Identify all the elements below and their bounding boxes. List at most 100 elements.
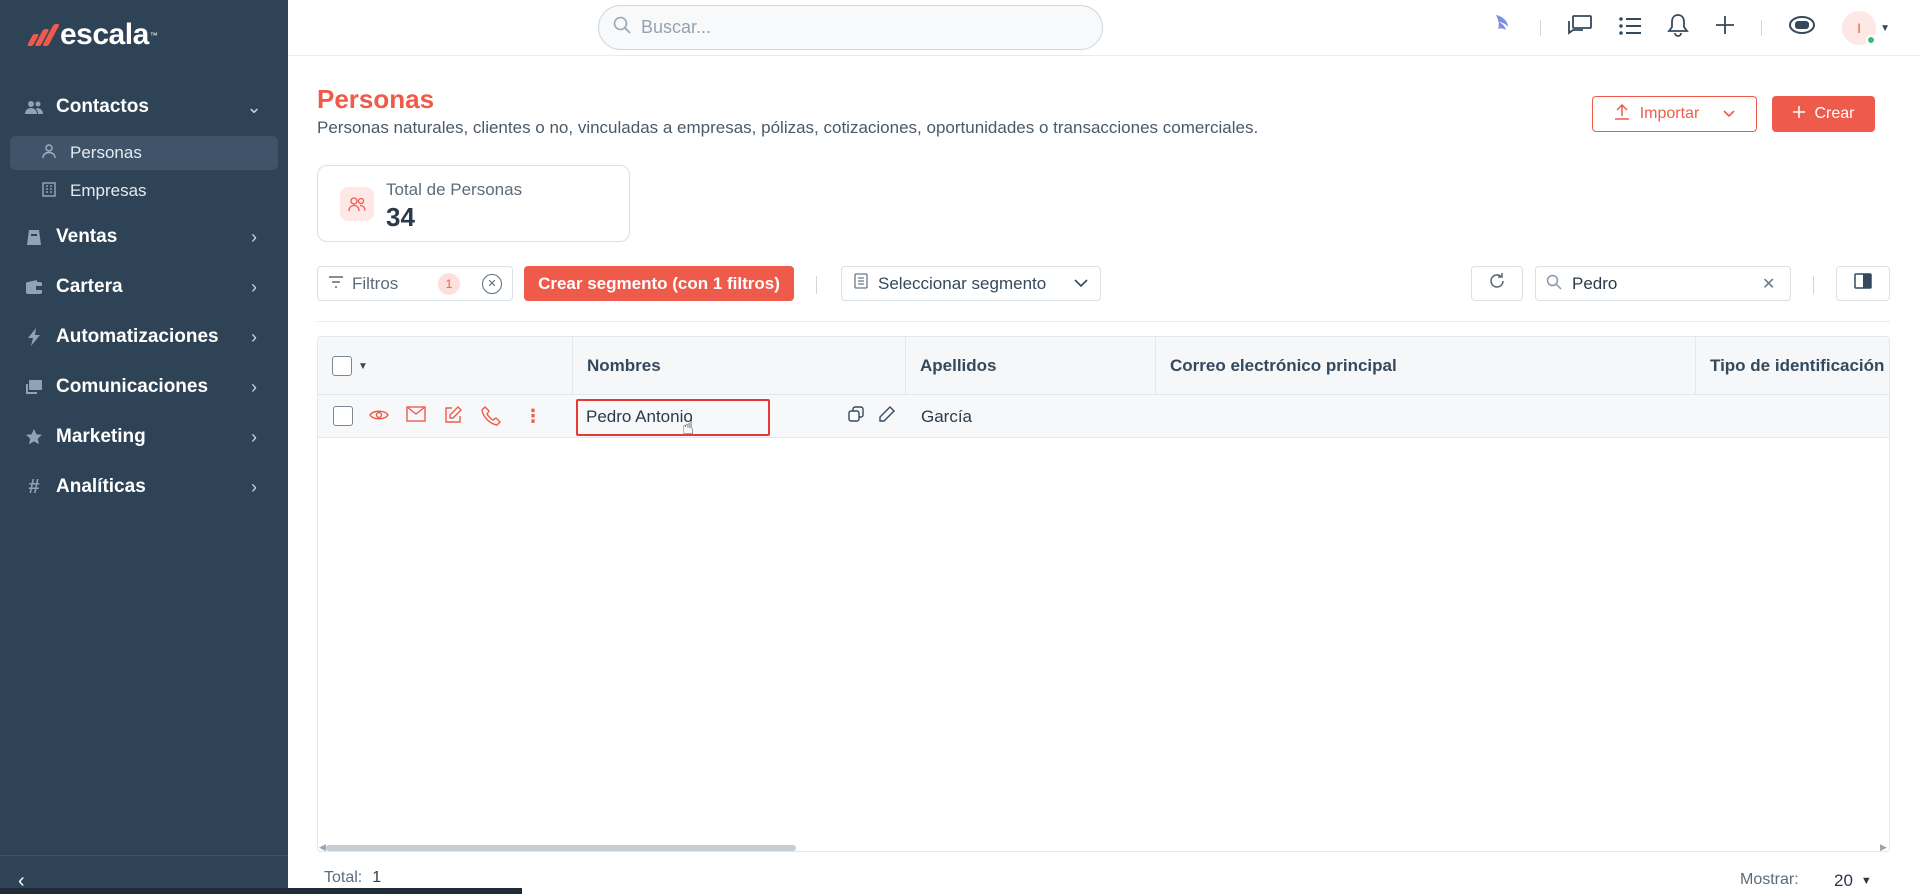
sidebar-group-automatizaciones[interactable]: Automatizaciones › [0,312,288,362]
sidebar-item-empresas[interactable]: Empresas [10,174,278,208]
hash-icon: # [28,475,40,498]
columns-icon [1854,273,1872,294]
bird-assistant-icon[interactable] [1492,13,1514,43]
select-all-checkbox[interactable] [332,356,352,376]
create-button-label: Crear [1814,105,1855,122]
escala-logo[interactable]: escala ™ [26,18,158,52]
chevron-right-icon: › [251,276,257,297]
table-total: Total: 1 [324,869,381,887]
table-row[interactable]: ⋮ Pedro Antonio ☝ García [318,395,1889,439]
refresh-button[interactable] [1471,266,1523,301]
star-icon [24,427,44,447]
plus-icon [1792,105,1806,124]
plus-icon[interactable] [1715,15,1735,41]
filters-label: Filtros [352,273,399,293]
chevron-right-icon: › [251,426,257,447]
sidebar-group-ventas[interactable]: Ventas › [0,212,288,262]
column-header-correo[interactable]: Correo electrónico principal [1156,337,1696,395]
sidebar-group-analiticas[interactable]: # Analíticas › [0,462,288,512]
conversations-icon[interactable] [1567,14,1593,42]
sidebar-group-cartera[interactable]: Cartera › [0,262,288,312]
create-segment-button[interactable]: Crear segmento (con 1 filtros) [524,266,794,301]
sidebar-group-comunicaciones[interactable]: Comunicaciones › [0,362,288,412]
sidebar-item-label: Personas [70,143,142,162]
personas-table: ▼ Nombres Apellidos Correo electrónico p… [317,336,1890,852]
logo-trademark: ™ [149,30,158,40]
chevron-right-icon: › [251,226,257,247]
hand-cursor-icon: ☝ [682,417,695,439]
user-menu[interactable]: I ▼ [1842,11,1890,45]
sidebar-group-contactos[interactable]: Contactos ⌄ [0,82,288,132]
search-icon [1546,274,1562,294]
avatar-initial: I [1857,20,1862,36]
chevron-down-icon [1723,105,1735,123]
scroll-right-icon[interactable]: ▶ [1880,842,1887,851]
edit-note-icon[interactable] [444,406,462,429]
row-checkbox[interactable] [333,406,353,426]
chevron-down-icon [1074,275,1088,293]
chevron-down-icon: ▼ [1860,875,1872,887]
pencil-icon[interactable] [879,406,895,427]
sidebar-nav: Contactos ⌄ Personas Empresas Ventas › C… [0,82,288,512]
people-icon [340,187,374,221]
bell-icon[interactable] [1667,13,1689,43]
stat-label: Total de Personas [386,180,523,199]
mail-icon[interactable] [406,406,426,427]
horizontal-scrollbar[interactable] [326,845,796,851]
table-header: ▼ Nombres Apellidos Correo electrónico p… [318,337,1889,395]
column-header-apellidos[interactable]: Apellidos [906,337,1156,395]
eye-icon[interactable] [369,406,389,427]
stat-value: 34 [386,202,415,232]
cell-nombres[interactable]: Pedro Antonio [586,395,693,438]
search-icon [613,16,631,39]
document-icon [854,273,868,294]
building-icon [42,182,60,200]
upload-icon [1614,103,1630,125]
total-label: Total: [324,869,363,886]
avatar[interactable]: I [1842,11,1877,45]
table-search-input[interactable] [1572,273,1752,294]
import-button-label: Importar [1639,105,1700,122]
column-header-tipo-identificacion[interactable]: Tipo de identificación [1696,337,1889,395]
sidebar-item-label: Empresas [70,181,147,200]
chevron-right-icon: › [251,376,257,397]
phone-icon[interactable] [481,406,501,431]
chevron-down-icon[interactable]: ▼ [358,361,368,372]
filters-button[interactable]: Filtros 1 ✕ [317,266,513,301]
contacts-icon [24,97,44,117]
sidebar-group-label: Marketing [56,426,146,447]
filters-count-badge: 1 [438,272,460,295]
chat-icon [24,377,44,397]
page-title: Personas [317,84,435,114]
table-search[interactable]: ✕ [1535,266,1791,301]
divider [317,321,1890,322]
sidebar-item-personas[interactable]: Personas [10,136,278,170]
sidebar-group-label: Contactos [56,96,149,117]
columns-panel-button[interactable] [1836,266,1890,301]
page-size-select[interactable]: 20 ▼ [1834,871,1872,891]
topbar-actions: I ▼ [1492,0,1890,56]
column-header-nombres[interactable]: Nombres [573,337,906,395]
total-value: 1 [372,869,382,886]
page-subtitle: Personas naturales, clientes o no, vincu… [317,118,1259,137]
scroll-left-icon[interactable]: ◀ [319,842,326,851]
loading-bar [0,888,522,894]
logo-mark-icon [26,24,60,46]
page-size-value: 20 [1834,871,1853,890]
copy-icon[interactable] [848,406,864,427]
clear-search-icon[interactable]: ✕ [1762,274,1775,294]
list-icon[interactable] [1619,15,1642,41]
select-segment-label: Seleccionar segmento [878,273,1047,293]
sidebar-group-marketing[interactable]: Marketing › [0,412,288,462]
support-chat-icon[interactable] [1788,14,1816,42]
import-button[interactable]: Importar [1592,96,1757,132]
chevron-down-icon[interactable]: ▼ [1880,23,1890,34]
more-options-icon[interactable]: ⋮ [524,406,542,427]
clear-filters-icon[interactable]: ✕ [482,273,502,294]
create-button[interactable]: Crear [1772,96,1875,132]
select-segment-dropdown[interactable]: Seleccionar segmento [841,266,1101,301]
global-search[interactable] [598,5,1103,50]
global-search-input[interactable] [641,17,1081,38]
bolt-icon [24,327,44,347]
cell-apellidos[interactable]: García [921,395,972,438]
